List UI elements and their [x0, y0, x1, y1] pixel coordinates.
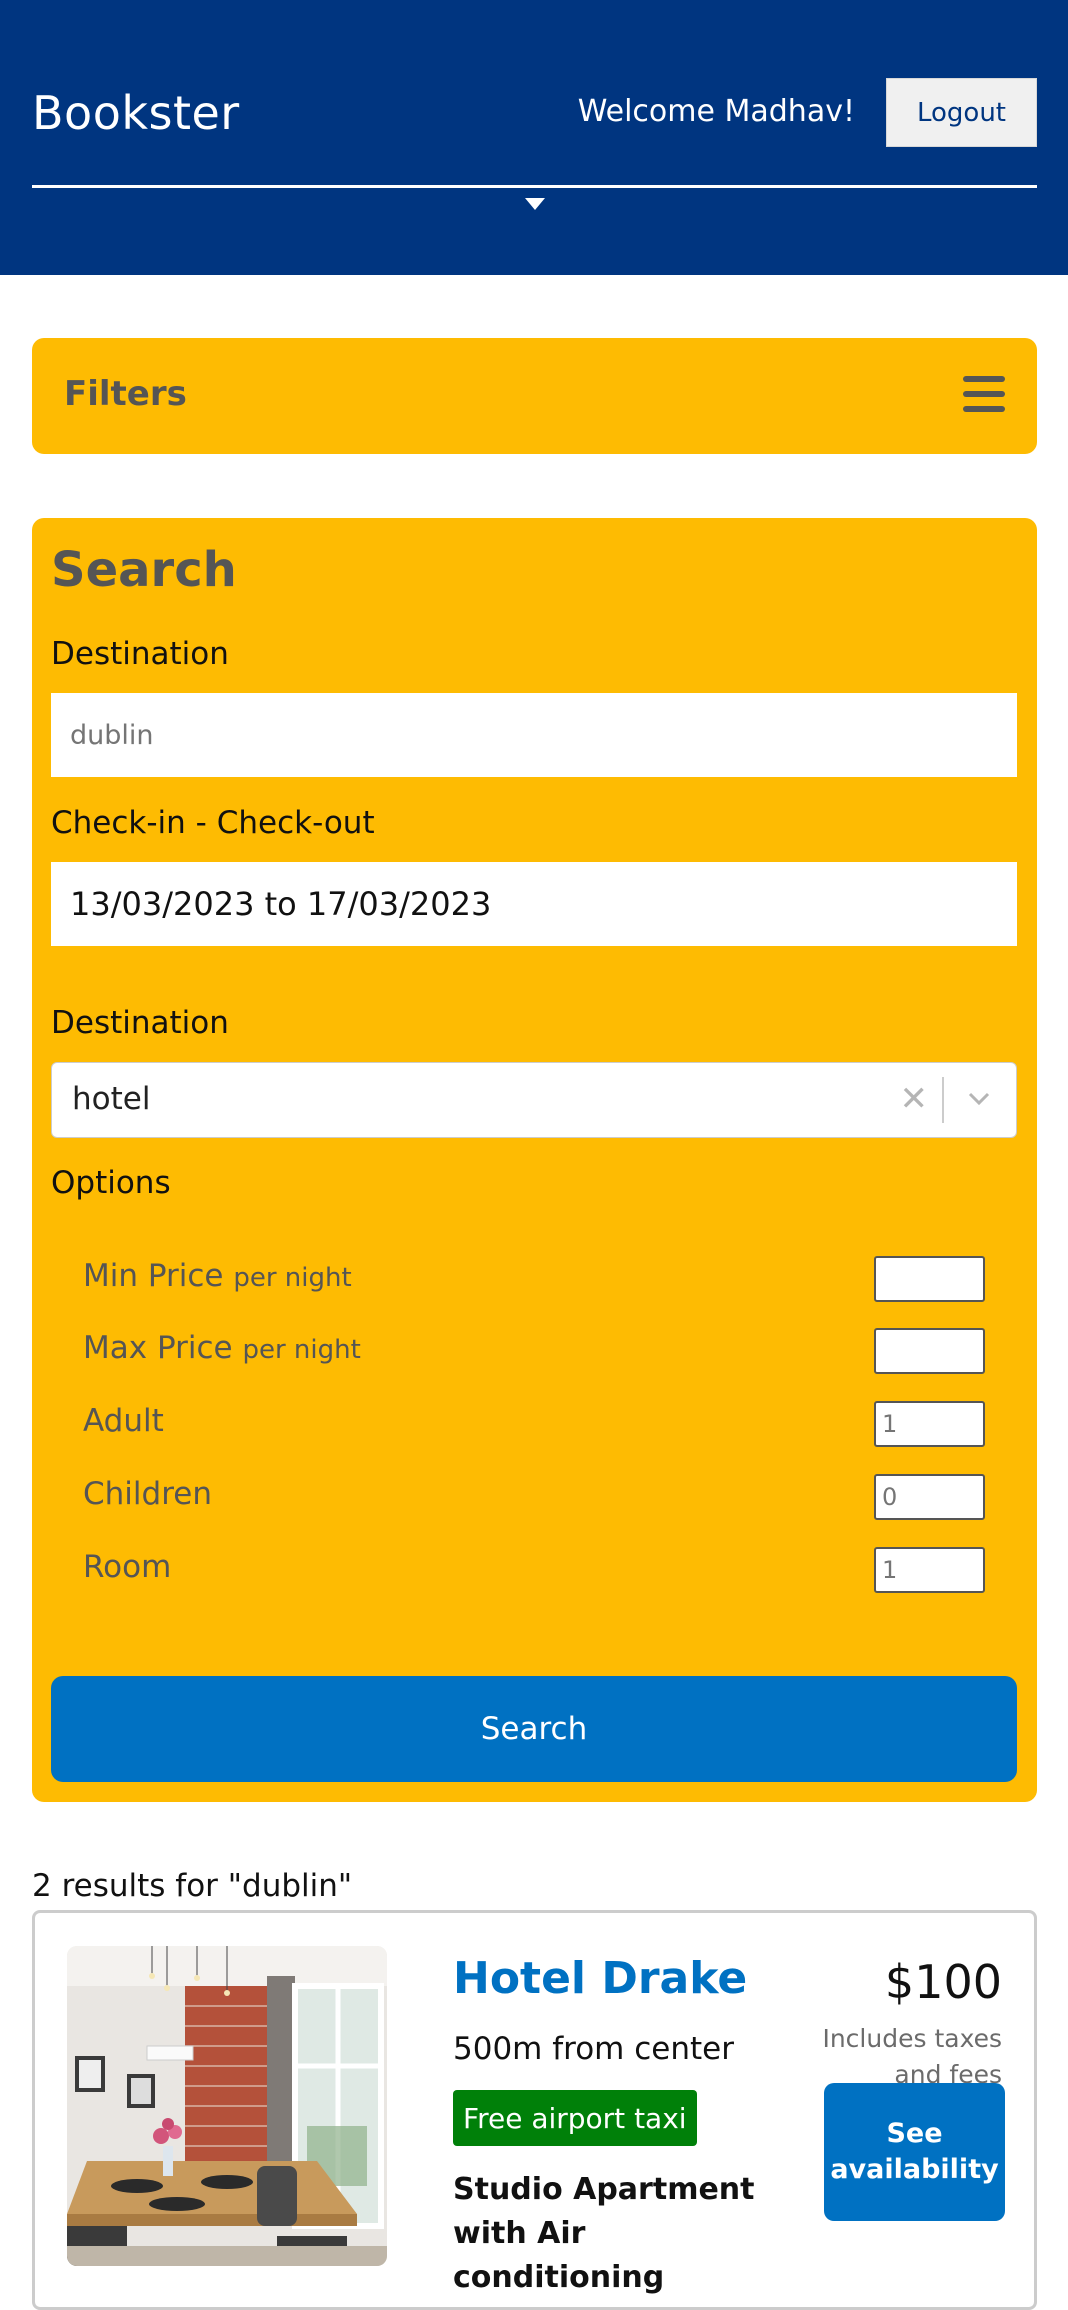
max-price-input[interactable] [874, 1328, 985, 1374]
room-input[interactable] [874, 1547, 985, 1593]
welcome-message: Welcome Madhav! [577, 94, 855, 129]
clear-icon[interactable]: ✕ [900, 1079, 929, 1119]
hamburger-menu-icon[interactable] [963, 376, 1005, 412]
room-type: Studio Apartment with Air conditioning [453, 2172, 755, 2295]
search-panel: Search Destination Check-in - Check-out … [32, 518, 1037, 1802]
select-value: hotel [72, 1081, 151, 1117]
caret-down-icon[interactable] [525, 198, 545, 210]
property-type-label: Destination [51, 1005, 229, 1041]
room-label: Room [83, 1549, 172, 1585]
min-price-input[interactable] [874, 1256, 985, 1302]
destination-label: Destination [51, 636, 229, 672]
search-button[interactable]: Search [51, 1676, 1017, 1782]
brand-logo[interactable]: Bookster [32, 86, 240, 140]
dates-label: Check-in - Check-out [51, 805, 375, 841]
min-price-row: Min Price per night [83, 1256, 985, 1302]
max-price-row: Max Price per night [83, 1328, 985, 1374]
adult-input[interactable] [874, 1401, 985, 1447]
free-taxi-badge: Free airport taxi [453, 2090, 697, 2146]
options-label: Options [51, 1165, 171, 1201]
room-row: Room [83, 1547, 985, 1593]
children-row: Children [83, 1474, 985, 1520]
header-divider [32, 185, 1037, 188]
chevron-down-icon[interactable] [964, 1083, 994, 1113]
see-availability-button[interactable]: See availability [824, 2083, 1005, 2221]
adult-row: Adult [83, 1401, 985, 1447]
hotel-price: $100 [884, 1955, 1002, 2009]
hotel-photo[interactable] [67, 1946, 387, 2266]
results-count: 2 results for "dublin" [32, 1868, 353, 1904]
date-range-field[interactable]: 13/03/2023 to 17/03/2023 [51, 862, 1017, 946]
top-header: Bookster Welcome Madhav! Logout [0, 0, 1068, 275]
property-type-select[interactable]: hotel ✕ [51, 1062, 1017, 1138]
max-price-label: Max Price per night [83, 1330, 361, 1366]
filters-bar[interactable]: Filters [32, 338, 1037, 454]
adult-label: Adult [83, 1403, 164, 1439]
search-title: Search [51, 542, 237, 598]
children-label: Children [83, 1476, 212, 1512]
children-input[interactable] [874, 1474, 985, 1520]
hotel-name-link[interactable]: Hotel Drake [453, 1953, 747, 2004]
destination-input[interactable] [51, 693, 1017, 777]
result-card: Hotel Drake 500m from center Free airpor… [32, 1910, 1037, 2310]
min-price-label: Min Price per night [83, 1258, 352, 1294]
logout-button[interactable]: Logout [886, 78, 1037, 147]
filters-title: Filters [64, 374, 187, 414]
select-separator [942, 1077, 944, 1123]
hotel-distance: 500m from center [453, 2031, 734, 2067]
